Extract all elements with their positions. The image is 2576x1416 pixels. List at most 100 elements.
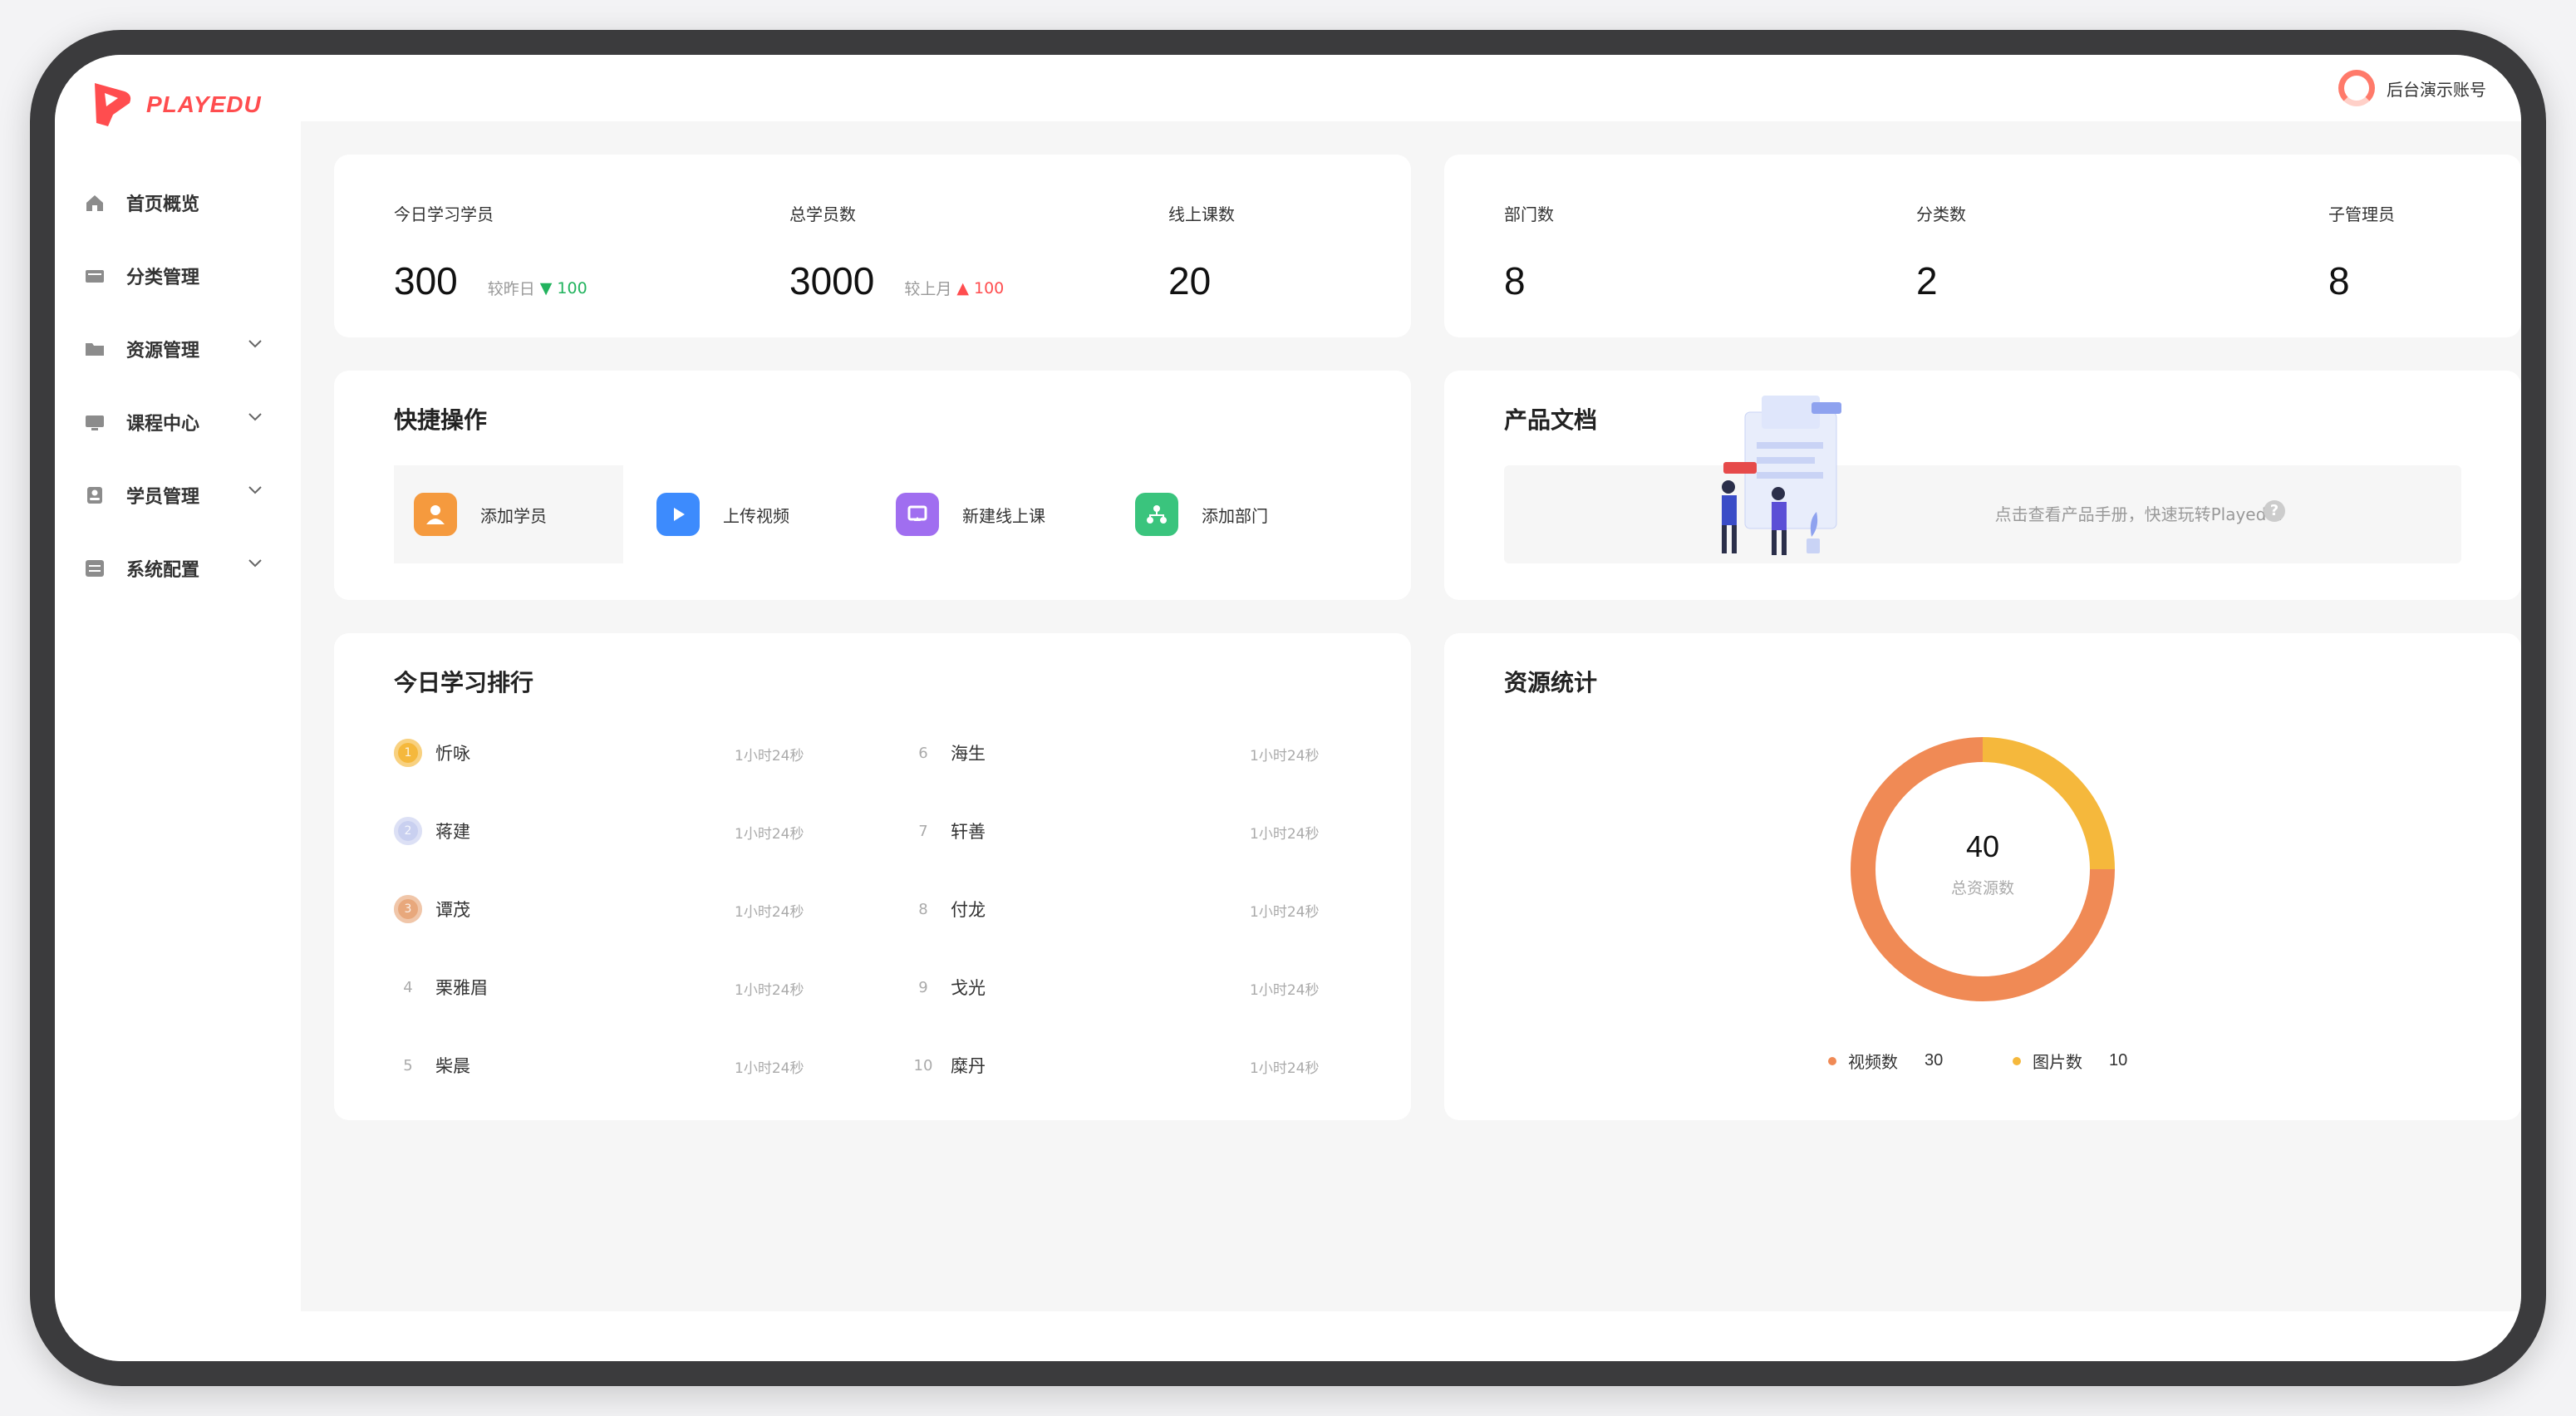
ranking-row: 4 栗雅眉 1小时24秒 xyxy=(394,971,859,1004)
ranking-row: 5 柴晨 1小时24秒 xyxy=(394,1049,859,1082)
rank-learner-name: 忻咏 xyxy=(435,744,470,764)
stat-departments: 部门数 8 xyxy=(1504,201,1554,303)
delta-value: 100 xyxy=(557,278,587,297)
ranking-row: 9 戈光 1小时24秒 xyxy=(909,971,1374,1004)
stat-value: 300 xyxy=(394,259,458,302)
user-name: 后台演示账号 xyxy=(2387,79,2486,100)
topbar: 后台演示账号 xyxy=(301,55,2521,121)
quick-action-label: 新建线上课 xyxy=(962,505,1045,526)
playedu-logo-icon xyxy=(95,83,131,126)
sidebar-item-settings[interactable]: 系统配置 xyxy=(55,532,301,605)
rank-medal-icon: 1 xyxy=(394,739,422,767)
docs-illustration xyxy=(1722,396,1841,555)
trend-up-icon: ▲ xyxy=(956,278,969,297)
legend-dot xyxy=(1828,1056,1836,1065)
home-icon xyxy=(85,194,105,212)
sidebar-item-courses[interactable]: 课程中心 xyxy=(55,386,301,459)
logo-text: PLAYEDU xyxy=(146,91,262,117)
rank-learner-name: 轩善 xyxy=(951,822,986,842)
stat-sub-admins: 子管理员 8 xyxy=(2328,201,2395,303)
sidebar-item-label: 学员管理 xyxy=(126,487,200,508)
ranking-row: 10 糜丹 1小时24秒 xyxy=(909,1049,1374,1082)
sidebar-item-category[interactable]: 分类管理 xyxy=(55,239,301,312)
ranking-row: 3 谭茂 1小时24秒 xyxy=(394,892,859,926)
rank-study-time: 1小时24秒 xyxy=(1250,904,1320,921)
product-docs-text: 点击查看产品手册，快速玩转Playedu! xyxy=(1994,504,2283,524)
legend-label: 视频数 xyxy=(1848,1052,1898,1072)
stat-value: 2 xyxy=(1916,259,1938,302)
avatar xyxy=(2338,70,2375,106)
sidebar-item-resources[interactable]: 资源管理 xyxy=(55,312,301,386)
stat-label: 部门数 xyxy=(1504,204,1554,224)
stat-label: 子管理员 xyxy=(2328,204,2395,224)
rank-study-time: 1小时24秒 xyxy=(735,904,804,921)
rank-medal-icon: 2 xyxy=(394,817,422,845)
chevron-down-icon xyxy=(248,559,262,568)
user-menu[interactable]: 后台演示账号 xyxy=(2338,70,2486,106)
stat-label: 分类数 xyxy=(1916,204,1966,224)
ranking-row: 6 海生 1小时24秒 xyxy=(909,736,1374,769)
folder-icon xyxy=(85,340,105,358)
add-learner-button[interactable]: 添加学员 xyxy=(394,465,623,563)
new-course-button[interactable]: 新建线上课 xyxy=(876,465,1125,563)
stat-label: 今日学习学员 xyxy=(394,204,494,224)
chevron-down-icon xyxy=(248,486,262,494)
sidebar-item-learners[interactable]: 学员管理 xyxy=(55,459,301,532)
app-screen: PLAYEDU 首页概览 分类管理 资源管理 课程中心 学员管理 系统配置 后台… xyxy=(55,55,2521,1361)
rank-learner-name: 柴晨 xyxy=(435,1056,470,1076)
rank-study-time: 1小时24秒 xyxy=(735,748,804,765)
rank-number: 9 xyxy=(918,978,928,996)
sidebar-item-label: 课程中心 xyxy=(126,414,200,435)
stat-categories: 分类数 2 xyxy=(1916,201,1966,303)
sidebar-item-label: 系统配置 xyxy=(126,560,200,581)
rank-study-time: 1小时24秒 xyxy=(1250,982,1320,999)
add-department-icon xyxy=(1135,493,1178,536)
rank-learner-name: 戈光 xyxy=(951,978,986,998)
sidebar-item-label: 分类管理 xyxy=(126,268,200,288)
rank-learner-name: 付龙 xyxy=(951,900,986,920)
stat-online-courses: 线上课数 20 xyxy=(1168,201,1235,303)
resources-card: 资源统计 40 总资源数 视频数 30 图片数 10 xyxy=(1444,633,2521,1120)
rank-learner-name: 糜丹 xyxy=(951,1056,986,1076)
logo[interactable]: PLAYEDU xyxy=(88,80,262,130)
rank-study-time: 1小时24秒 xyxy=(1250,1060,1320,1077)
legend-item-image: 图片数 10 xyxy=(2013,1049,2127,1073)
sidebar: PLAYEDU 首页概览 分类管理 资源管理 课程中心 学员管理 系统配置 xyxy=(55,55,301,1361)
add-department-button[interactable]: 添加部门 xyxy=(1115,465,1345,563)
card-title: 快捷操作 xyxy=(394,406,488,434)
new-course-icon xyxy=(896,493,939,536)
product-docs-link[interactable]: 点击查看产品手册，快速玩转Playedu! ? xyxy=(1504,465,2461,563)
chevron-down-icon xyxy=(248,340,262,348)
user-icon xyxy=(85,486,105,504)
stats-card-org: 部门数 8 分类数 2 子管理员 8 xyxy=(1444,155,2521,337)
quick-action-label: 上传视频 xyxy=(723,505,789,526)
ranking-card: 今日学习排行 1 忻咏 1小时24秒 2 蒋建 1小时24秒 3 谭茂 1小时24秒 4 栗雅眉 1小… xyxy=(334,633,1411,1120)
stat-total-learners: 总学员数 3000 较上月 ▲ 100 xyxy=(789,201,1004,303)
legend-label: 图片数 xyxy=(2033,1052,2082,1072)
trend-down-icon: ▼ xyxy=(539,278,553,297)
category-icon xyxy=(85,267,105,285)
card-title: 资源统计 xyxy=(1504,669,1598,696)
ranking-row: 7 轩善 1小时24秒 xyxy=(909,814,1374,848)
sidebar-item-label: 首页概览 xyxy=(126,194,200,215)
sidebar-item-home[interactable]: 首页概览 xyxy=(55,166,301,239)
stat-value: 8 xyxy=(1504,259,1526,302)
settings-icon xyxy=(85,559,105,578)
rank-learner-name: 蒋建 xyxy=(435,822,470,842)
stat-compare: 较上月 ▲ 100 xyxy=(904,277,1004,299)
stat-value: 3000 xyxy=(789,259,875,302)
rank-study-time: 1小时24秒 xyxy=(735,826,804,843)
ranking-row: 1 忻咏 1小时24秒 xyxy=(394,736,859,769)
sidebar-menu: 首页概览 分类管理 资源管理 课程中心 学员管理 系统配置 xyxy=(55,166,301,605)
rank-number: 7 xyxy=(918,822,928,840)
rank-number: 5 xyxy=(403,1056,413,1074)
rank-study-time: 1小时24秒 xyxy=(1250,826,1320,843)
rank-study-time: 1小时24秒 xyxy=(735,982,804,999)
sidebar-item-label: 资源管理 xyxy=(126,341,200,361)
product-docs-card: 产品文档 点击查看产品手册，快速玩转Playedu! ? xyxy=(1444,371,2521,600)
stats-card-learning: 今日学习学员 300 较昨日 ▼ 100 总学员数 3000 较上月 ▲ 100… xyxy=(334,155,1411,337)
legend-dot xyxy=(2013,1056,2021,1065)
upload-video-button[interactable]: 上传视频 xyxy=(637,465,866,563)
chevron-down-icon xyxy=(248,413,262,421)
rank-learner-name: 栗雅眉 xyxy=(435,978,488,998)
